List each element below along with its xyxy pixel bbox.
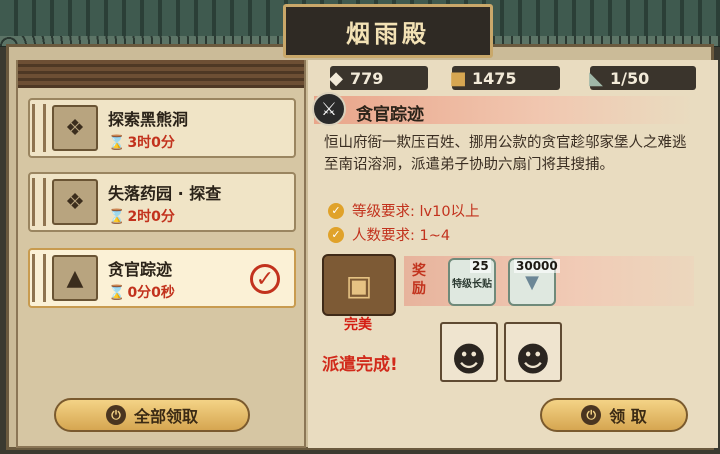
disciple-avatar-icon: ☻ [451, 340, 487, 380]
quest-item-black-bear-cave[interactable]: ❖ 探索黑熊洞 ⌛ 3时0分 [28, 98, 296, 158]
hourglass-icon: ⌛ [108, 285, 126, 301]
quest-time: ⌛ 2时0分 [108, 209, 175, 225]
hourglass-icon: ⌛ [108, 135, 126, 151]
reward-count: 25 [470, 259, 491, 273]
shutter-decoration [18, 60, 304, 88]
quest-name: 失落药园 · 探查 [108, 184, 222, 203]
reward-count: 30000 [514, 259, 560, 273]
reward-label: 奖励 [412, 263, 426, 297]
resource-boots: ◣ 1/50 [589, 66, 696, 90]
mountain-map-icon: ▲ [52, 255, 98, 301]
quest-time: ⌛ 3时0分 [108, 135, 175, 151]
crossed-swords-icon: ⚔ [312, 92, 346, 126]
quest-name: 探索黑熊洞 [108, 110, 189, 129]
quest-item-corrupt-official[interactable]: ▲ 贪官踪迹 ⌛ 0分0秒 ✓ [28, 248, 296, 308]
boot-icon: ◣ [589, 67, 603, 89]
treasure-chest-icon: ▣ [322, 254, 396, 316]
silver-ore-icon: ◆ [329, 67, 343, 89]
quest-item-lost-herb-garden[interactable]: ❖ 失落药园 · 探查 ⌛ 2时0分 [28, 172, 296, 232]
rating-label: 完美 [344, 317, 372, 333]
check-icon: ✓ [328, 226, 344, 243]
resource-crates-value: 1475 [472, 68, 517, 88]
resource-crates: ■ 1475 [449, 66, 560, 90]
quest-time: ⌛ 0分0秒 [108, 285, 175, 301]
claim-button[interactable]: ⏻ 领 取 [540, 398, 688, 432]
disciple-avatar-icon: ☻ [515, 340, 551, 380]
scroll-pin [32, 104, 46, 152]
page-title: 烟雨殿 [346, 18, 430, 48]
crates-icon: ■ [449, 67, 467, 89]
map-scroll-icon: ❖ [52, 179, 98, 225]
power-icon: ⏻ [105, 405, 126, 425]
resource-silver: ◆ 779 [329, 66, 428, 90]
scroll-pin [32, 254, 46, 302]
token-icon: 特级长贴 [452, 278, 492, 290]
hourglass-icon: ⌛ [108, 209, 126, 225]
disciple-portrait-2[interactable]: ☻ [504, 322, 562, 382]
claim-all-button[interactable]: ⏻ 全部领取 [54, 398, 250, 432]
claim-all-label: 全部领取 [133, 407, 198, 426]
resource-silver-value: 779 [350, 68, 384, 88]
map-scroll-icon: ❖ [52, 105, 98, 151]
quest-description: 恒山府衙一欺压百姓、挪用公款的贪官趁邬家堡人之难逃至南诏溶洞，派遣弟子协助六扇门… [324, 135, 687, 173]
power-icon: ⏻ [581, 405, 602, 425]
dispatch-status: 派遣完成! [322, 355, 398, 375]
level-requirement: ✓ 等级要求: lv10以上 [328, 200, 480, 221]
quest-name: 贪官踪迹 [108, 260, 173, 279]
claim-label: 领 取 [609, 407, 647, 426]
quest-title: 贪官踪迹 [356, 105, 424, 125]
disciple-portrait-1[interactable]: ☻ [440, 322, 498, 382]
silver-ingot-icon: ▼ [525, 271, 539, 293]
check-icon: ✓ [328, 202, 344, 219]
resource-boots-value: 1/50 [610, 68, 650, 88]
scroll-pin [32, 178, 46, 226]
party-requirement: ✓ 人数要求: 1~4 [328, 224, 450, 245]
completed-check-icon: ✓ [250, 264, 280, 294]
title-plaque: 烟雨殿 [283, 4, 493, 58]
